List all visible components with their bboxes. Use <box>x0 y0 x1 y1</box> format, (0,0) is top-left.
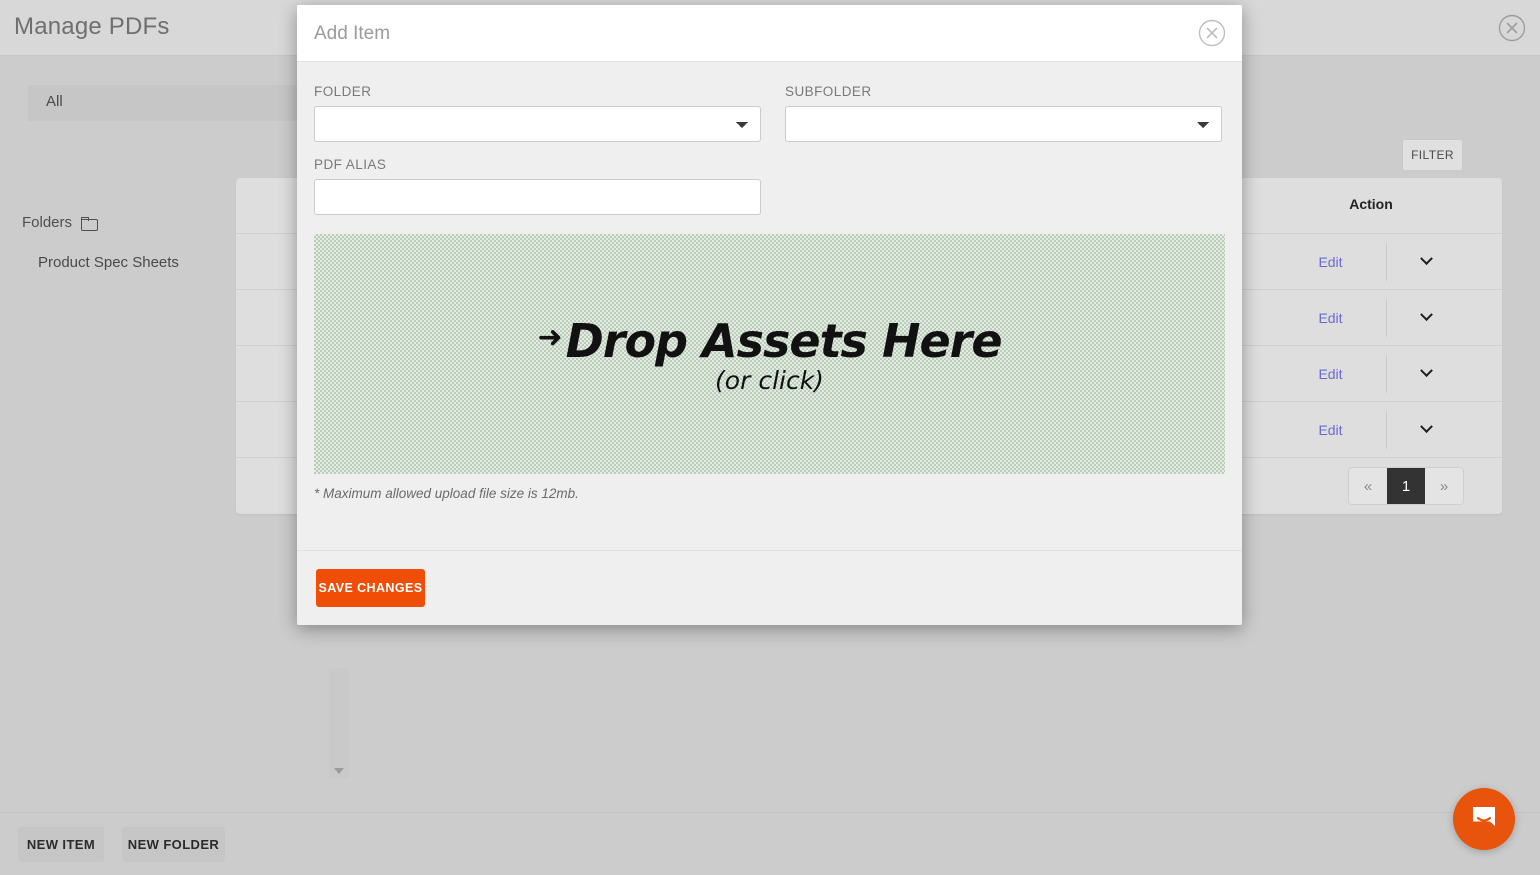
folder-fields-row: FOLDER SUBFOLDER <box>314 84 1225 142</box>
row-menu-toggle[interactable] <box>1387 252 1467 266</box>
modal-footer: SAVE CHANGES <box>297 550 1242 625</box>
upload-size-note: * Maximum allowed upload file size is 12… <box>314 486 579 501</box>
save-changes-button[interactable]: SAVE CHANGES <box>316 569 425 607</box>
filter-button[interactable]: FILTER <box>1402 139 1463 171</box>
chevron-down-icon <box>1420 252 1433 266</box>
pdf-alias-input[interactable] <box>314 179 761 215</box>
right-arrow-icon: ➜ <box>537 319 562 355</box>
asset-dropzone[interactable]: ➜ Drop Assets Here (or click) <box>314 234 1225 474</box>
pdf-alias-label: PDF ALIAS <box>314 157 387 172</box>
page-root: Manage PDFs All FILTER Folders Product S… <box>0 0 1540 875</box>
add-item-modal: Add Item FOLDER SUBFOLDER PDF ALIAS ➜ Dr… <box>297 5 1242 625</box>
chat-widget-button[interactable] <box>1453 788 1515 850</box>
dropzone-main-text: ➜ Drop Assets Here <box>537 313 1003 368</box>
content-scrollbar[interactable] <box>329 668 349 778</box>
page-title: Manage PDFs <box>14 13 170 40</box>
dropzone-sub-label: (or click) <box>715 365 824 395</box>
row-menu-toggle[interactable] <box>1387 420 1467 434</box>
folder-field-label: FOLDER <box>314 84 372 99</box>
pagination-last[interactable]: » <box>1425 468 1463 504</box>
pagination-first[interactable]: « <box>1349 468 1387 504</box>
row-menu-toggle[interactable] <box>1387 364 1467 378</box>
column-header-action: Action <box>1349 196 1393 212</box>
folder-icon <box>81 216 99 231</box>
modal-title: Add Item <box>314 23 391 44</box>
intercom-chat-icon <box>1473 807 1495 826</box>
close-circle-icon[interactable] <box>1498 14 1526 42</box>
scroll-down-arrow-icon[interactable] <box>334 768 344 774</box>
row-action-cell: Edit <box>1240 234 1502 289</box>
pagination-page-1[interactable]: 1 <box>1387 468 1425 504</box>
row-action-cell: Edit <box>1240 402 1502 457</box>
new-folder-button[interactable]: NEW FOLDER <box>122 827 225 862</box>
edit-link[interactable]: Edit <box>1276 310 1386 326</box>
folder-list-item[interactable]: Product Spec Sheets <box>38 254 179 271</box>
pagination: « 1 » <box>1348 467 1464 505</box>
folder-field-group: FOLDER <box>314 84 761 142</box>
folder-filter-value: All <box>46 93 63 110</box>
folders-heading-label: Folders <box>22 214 73 231</box>
pdf-alias-field-group: PDF ALIAS <box>314 157 761 215</box>
new-item-button[interactable]: NEW ITEM <box>18 827 104 862</box>
dropzone-main-label: Drop Assets Here <box>565 313 1003 368</box>
subfolder-select[interactable] <box>785 106 1222 142</box>
chevron-down-icon <box>1420 420 1433 434</box>
row-action-cell: Edit <box>1240 290 1502 345</box>
modal-body: FOLDER SUBFOLDER PDF ALIAS ➜ Drop Assets… <box>297 62 1242 550</box>
edit-link[interactable]: Edit <box>1276 254 1386 270</box>
chevron-down-icon <box>1420 364 1433 378</box>
row-action-cell: Edit <box>1240 346 1502 401</box>
modal-close-icon[interactable] <box>1198 19 1226 47</box>
folder-select[interactable] <box>314 106 761 142</box>
modal-header: Add Item <box>297 5 1242 62</box>
edit-link[interactable]: Edit <box>1276 422 1386 438</box>
page-footer: NEW ITEM NEW FOLDER <box>0 812 1540 875</box>
subfolder-field-group: SUBFOLDER <box>785 84 1222 142</box>
subfolder-field-label: SUBFOLDER <box>785 84 872 99</box>
folders-heading: Folders <box>22 214 99 231</box>
edit-link[interactable]: Edit <box>1276 366 1386 382</box>
chevron-down-icon <box>1420 308 1433 322</box>
row-menu-toggle[interactable] <box>1387 308 1467 322</box>
